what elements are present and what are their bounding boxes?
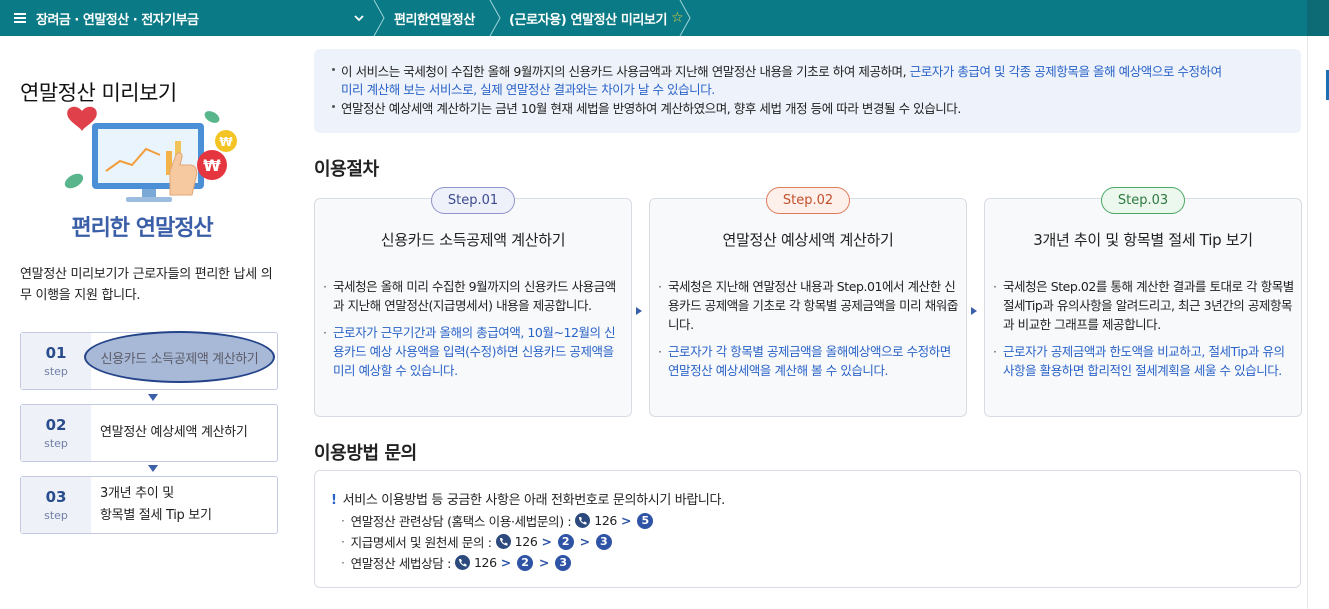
- phone-icon: [454, 555, 470, 570]
- procedure-heading: 이용절차: [314, 159, 379, 180]
- hero-caption: 편리한 연말정산: [71, 216, 213, 241]
- phone-number: 126: [473, 555, 497, 570]
- phone-icon: [495, 534, 511, 549]
- procedure-next-arrow-icon: [636, 307, 642, 315]
- top-navigation-bar: 장려금 · 연말정산 · 전자기부금 편리한연말정산 (근로자용) 연말정산 미…: [0, 0, 1329, 36]
- procedure-card-body: 국세청은 지난해 연말정산 내용과 Step.01에서 계산한 신용카드 공제액…: [658, 277, 960, 388]
- step-number-box: 02 step: [21, 405, 91, 461]
- inquiry-lead-text: 서비스 이용방법 등 궁금한 사항은 아래 전화번호로 문의하시기 바랍니다.: [342, 493, 726, 508]
- procedure-card-item: 근로자가 근무기간과 올해의 총급여액, 10월~12월의 신용카드 예상 사용…: [323, 323, 625, 380]
- svg-text:₩: ₩: [203, 156, 221, 175]
- notice-line-1-blue: 근로자가 총급여 및 각종 공제항목을 올해 예상액으로 수정하여: [909, 64, 1222, 79]
- procedure-card-step-03: Step.03 3개년 추이 및 항목별 절세 Tip 보기 국세청은 Step…: [984, 187, 1302, 417]
- procedure-card-title: 연말정산 예상세액 계산하기: [722, 231, 894, 249]
- inquiry-lead: ! 서비스 이용방법 등 궁금한 사항은 아래 전화번호로 문의하시기 바랍니다.: [331, 489, 725, 508]
- notice-line-3: 연말정산 예상세액 계산하기는 금년 10월 현재 세법을 반영하여 계산하였으…: [332, 99, 961, 118]
- arrow-right-icon: >: [621, 513, 632, 528]
- arrow-right-icon: >: [538, 555, 549, 570]
- step-03-label: 3개년 추이 및 항목별 절세 Tip 보기: [100, 483, 212, 527]
- step-unit: step: [44, 509, 68, 522]
- option-number-badge: 3: [595, 533, 612, 550]
- arrow-right-icon: >: [500, 555, 511, 570]
- arrow-right-icon: >: [579, 534, 590, 549]
- step-nav-02[interactable]: 02 step 연말정산 예상세액 계산하기: [20, 404, 278, 462]
- step-number: 03: [45, 488, 67, 506]
- inquiry-box: ! 서비스 이용방법 등 궁금한 사항은 아래 전화번호로 문의하시기 바랍니다.…: [314, 470, 1301, 588]
- menu-label: 장려금 · 연말정산 · 전자기부금: [36, 12, 199, 28]
- procedure-card-item: 국세청은 올해 미리 수집한 9월까지의 신용카드 사용금액과 지난해 연말정산…: [323, 277, 625, 315]
- notice-line-1: 이 서비스는 국세청이 수집한 올해 9월까지의 신용카드 사용금액과 지난해 …: [332, 62, 1222, 81]
- bullet-icon: ·: [341, 534, 345, 549]
- step-nav-03[interactable]: 03 step 3개년 추이 및 항목별 절세 Tip 보기: [20, 476, 278, 534]
- procedure-next-arrow-icon: [971, 307, 977, 315]
- bullet-icon: ·: [341, 555, 345, 570]
- notice-line-3-text: 연말정산 예상세액 계산하기는 금년 10월 현재 세법을 반영하여 계산하였으…: [341, 101, 961, 116]
- step-02-pill: Step.02: [766, 187, 850, 214]
- inquiry-row: · 지급명세서 및 원천세 문의 : 126 > 2 > 3: [341, 532, 614, 551]
- procedure-card-step-01: Step.01 신용카드 소득공제액 계산하기 국세청은 올해 미리 수집한 9…: [314, 187, 632, 417]
- step-down-arrow-icon: [148, 465, 158, 472]
- step-03-pill: Step.03: [1101, 187, 1185, 214]
- breadcrumb-separator-icon: [489, 0, 501, 36]
- inquiry-row-label: 지급명세서 및 원천세 문의 :: [350, 535, 492, 550]
- breadcrumb-separator-icon: [373, 0, 385, 36]
- service-notice-box: 이 서비스는 국세청이 수집한 올해 9월까지의 신용카드 사용금액과 지난해 …: [314, 49, 1301, 133]
- hamburger-icon: [14, 13, 26, 23]
- exclamation-icon: !: [331, 493, 337, 508]
- option-number-badge: 3: [555, 554, 571, 571]
- bullet-icon: [332, 105, 335, 108]
- bullet-icon: ·: [341, 513, 345, 528]
- phone-icon: [575, 513, 591, 528]
- phone-number: 126: [514, 534, 538, 549]
- procedure-card-item: 국세청은 Step.02를 통해 계산한 결과를 토대로 각 항목별 절세Tip…: [993, 277, 1295, 334]
- step-unit: step: [44, 365, 68, 378]
- step-02-label: 연말정산 예상세액 계산하기: [100, 425, 248, 440]
- vertical-scrollbar[interactable]: [1307, 36, 1329, 609]
- step-03-label-line1: 3개년 추이 및: [100, 486, 174, 501]
- option-number-badge: 5: [637, 512, 654, 529]
- breadcrumb-item-easy-year-end[interactable]: 편리한연말정산: [394, 0, 475, 36]
- chevron-down-icon[interactable]: [353, 12, 365, 24]
- procedure-card-body: 국세청은 올해 미리 수집한 9월까지의 신용카드 사용금액과 지난해 연말정산…: [323, 277, 625, 388]
- procedure-card-body: 국세청은 Step.02를 통해 계산한 결과를 토대로 각 항목별 절세Tip…: [993, 277, 1295, 388]
- breadcrumb-current-label: (근로자용) 연말정산 미리보기: [509, 12, 668, 28]
- inquiry-row-label: 연말정산 세법상담 :: [350, 556, 452, 571]
- step-number-box: 01 step: [21, 333, 91, 389]
- option-number-badge: 2: [516, 554, 533, 571]
- left-description: 연말정산 미리보기가 근로자들의 편리한 납세 의무 이행을 지원 합니다.: [20, 267, 273, 303]
- option-number-badge: 2: [557, 533, 574, 550]
- procedure-card-step-02: Step.02 연말정산 예상세액 계산하기 국세청은 지난해 연말정산 내용과…: [649, 187, 967, 417]
- step-number: 02: [45, 416, 67, 434]
- step-number-box: 03 step: [21, 477, 91, 533]
- step-down-arrow-icon: [148, 394, 158, 401]
- procedure-card-item: 국세청은 지난해 연말정산 내용과 Step.01에서 계산한 신용카드 공제액…: [658, 277, 960, 334]
- procedure-card-item: 근로자가 각 항목별 공제금액을 올해예상액으로 수정하면 연말정산 예상세액을…: [658, 342, 960, 380]
- breadcrumb-item-current[interactable]: (근로자용) 연말정산 미리보기 ☆: [509, 0, 684, 36]
- notice-line-2: 미리 계산해 보는 서비스로, 실제 연말정산 결과와는 차이가 날 수 있습니…: [341, 82, 715, 97]
- step-number: 01: [45, 344, 67, 362]
- breadcrumb-separator-icon: [679, 0, 691, 36]
- procedure-card-item: 근로자가 공제금액과 한도액을 비교하고, 절세Tip과 유의사항을 활용하면 …: [993, 342, 1295, 380]
- inquiry-row: · 연말정산 세법상담 : 126 > 2 > 3: [341, 553, 573, 572]
- inquiry-heading: 이용방법 문의: [314, 443, 417, 464]
- notice-line-1-dark: 이 서비스는 국세청이 수집한 올해 9월까지의 신용카드 사용금액과 지난해 …: [341, 64, 910, 79]
- bullet-icon: [332, 68, 335, 71]
- inquiry-row-label: 연말정산 관련상담 (홈택스 이용·세법문의) :: [350, 514, 572, 529]
- step-03-label-line2: 항목별 절세 Tip 보기: [100, 508, 212, 523]
- step-01-highlight[interactable]: 신용카드 소득공제액 계산하기: [84, 331, 275, 383]
- step-01-pill: Step.01: [431, 187, 515, 214]
- arrow-right-icon: >: [541, 534, 552, 549]
- inquiry-row: · 연말정산 관련상담 (홈택스 이용·세법문의) : 126 > 5: [341, 511, 655, 530]
- svg-text:₩: ₩: [219, 135, 233, 149]
- procedure-card-title: 3개년 추이 및 항목별 절세 Tip 보기: [1033, 231, 1253, 249]
- procedure-card-title: 신용카드 소득공제액 계산하기: [380, 231, 566, 249]
- topbar-right-edge: [1307, 0, 1329, 36]
- phone-number: 126: [594, 513, 618, 528]
- step-unit: step: [44, 437, 68, 450]
- year-end-settlement-illustration: ₩ ₩: [64, 106, 237, 202]
- step-01-label: 신용카드 소득공제액 계산하기: [100, 352, 259, 367]
- menu-button[interactable]: 장려금 · 연말정산 · 전자기부금: [14, 0, 199, 36]
